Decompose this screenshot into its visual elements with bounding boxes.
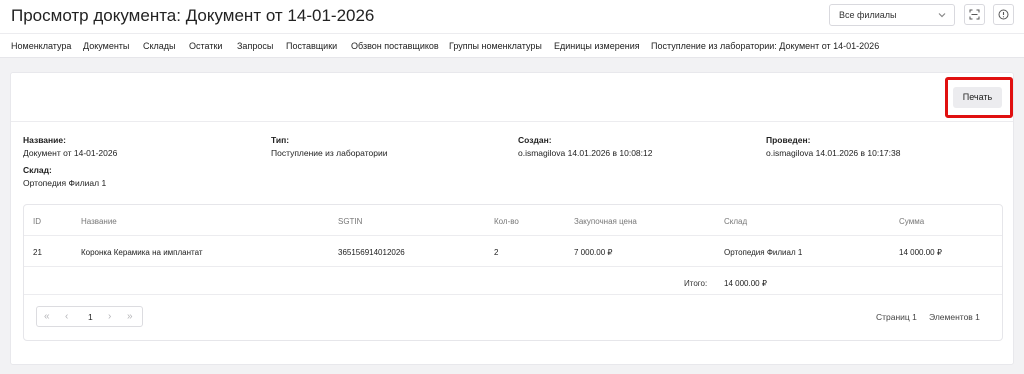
cell-name: Коронка Керамика на имплантат	[81, 248, 203, 257]
column-header-purchase-price[interactable]: Закупочная цена	[574, 217, 637, 226]
posted-value: o.ismagilova 14.01.2026 в 10:17:38	[766, 148, 901, 158]
nav-item-units[interactable]: Единицы измерения	[554, 41, 640, 51]
cell-sgtin: 365156914012026	[338, 248, 405, 257]
type-value: Поступление из лаборатории	[271, 148, 388, 158]
column-header-sum[interactable]: Сумма	[899, 217, 924, 226]
posted-label: Проведен:	[766, 135, 811, 145]
prev-page-icon[interactable]: ‹	[65, 311, 68, 322]
nav-item-requests[interactable]: Запросы	[237, 41, 273, 51]
scan-button[interactable]	[964, 4, 985, 25]
cell-sum: 14 000.00 ₽	[899, 248, 942, 257]
column-header-warehouse[interactable]: Склад	[724, 217, 747, 226]
last-page-icon[interactable]: »	[127, 311, 133, 322]
row-divider	[24, 266, 1002, 267]
nav-item-suppliers[interactable]: Поставщики	[286, 41, 337, 51]
column-header-id[interactable]: ID	[33, 217, 41, 226]
created-value: o.ismagilova 14.01.2026 в 10:08:12	[518, 148, 653, 158]
pagination: « ‹ 1 › »	[36, 306, 143, 327]
nav-item-documents[interactable]: Документы	[83, 41, 129, 51]
cell-purchase-price: 7 000.00 ₽	[574, 248, 613, 257]
items-table: ID Название SGTIN Кол-во Закупочная цена…	[23, 204, 1003, 341]
total-divider	[24, 294, 1002, 295]
column-header-sgtin[interactable]: SGTIN	[338, 217, 362, 226]
nav-item-warehouses[interactable]: Склады	[143, 41, 176, 51]
items-count: Элементов 1	[929, 312, 980, 322]
total-value: 14 000.00 ₽	[724, 279, 767, 288]
first-page-icon[interactable]: «	[44, 311, 50, 322]
page-title: Просмотр документа: Документ от 14-01-20…	[11, 6, 375, 25]
current-page[interactable]: 1	[88, 312, 93, 322]
column-header-quantity[interactable]: Кол-во	[494, 217, 519, 226]
print-button[interactable]: Печать	[953, 87, 1002, 108]
nav-item-stock[interactable]: Остатки	[189, 41, 222, 51]
header-divider	[24, 235, 1002, 236]
nav-item-nomenclature[interactable]: Номенклатура	[11, 41, 71, 51]
info-button[interactable]	[993, 4, 1014, 25]
nav-item-supplier-calls[interactable]: Обзвон поставщиков	[351, 41, 439, 51]
nav-item-nomenclature-groups[interactable]: Группы номенклатуры	[449, 41, 542, 51]
name-label: Название:	[23, 135, 66, 145]
top-bar: Просмотр документа: Документ от 14-01-20…	[0, 0, 1024, 33]
cell-warehouse: Ортопедия Филиал 1	[724, 248, 803, 257]
cell-id: 21	[33, 248, 42, 257]
created-label: Создан:	[518, 135, 552, 145]
column-header-name[interactable]: Название	[81, 217, 117, 226]
type-label: Тип:	[271, 135, 290, 145]
document-card: Печать Название: Документ от 14-01-2026 …	[10, 72, 1014, 365]
chevron-down-icon	[938, 13, 946, 18]
total-label: Итого:	[684, 279, 708, 288]
warehouse-value: Ортопедия Филиал 1	[23, 178, 107, 188]
branch-select-value: Все филиалы	[839, 10, 897, 20]
cell-quantity: 2	[494, 248, 499, 257]
pages-count: Страниц 1	[876, 312, 917, 322]
next-page-icon[interactable]: ›	[108, 311, 111, 322]
branch-select[interactable]: Все филиалы	[829, 4, 955, 26]
name-value: Документ от 14-01-2026	[23, 148, 118, 158]
nav-item-current-document[interactable]: Поступление из лаборатории: Документ от …	[651, 41, 879, 51]
info-icon	[998, 9, 1009, 20]
scan-icon	[969, 9, 980, 20]
nav-bar: Номенклатура Документы Склады Остатки За…	[0, 33, 1024, 58]
divider	[11, 121, 1013, 122]
warehouse-label: Склад:	[23, 165, 52, 175]
